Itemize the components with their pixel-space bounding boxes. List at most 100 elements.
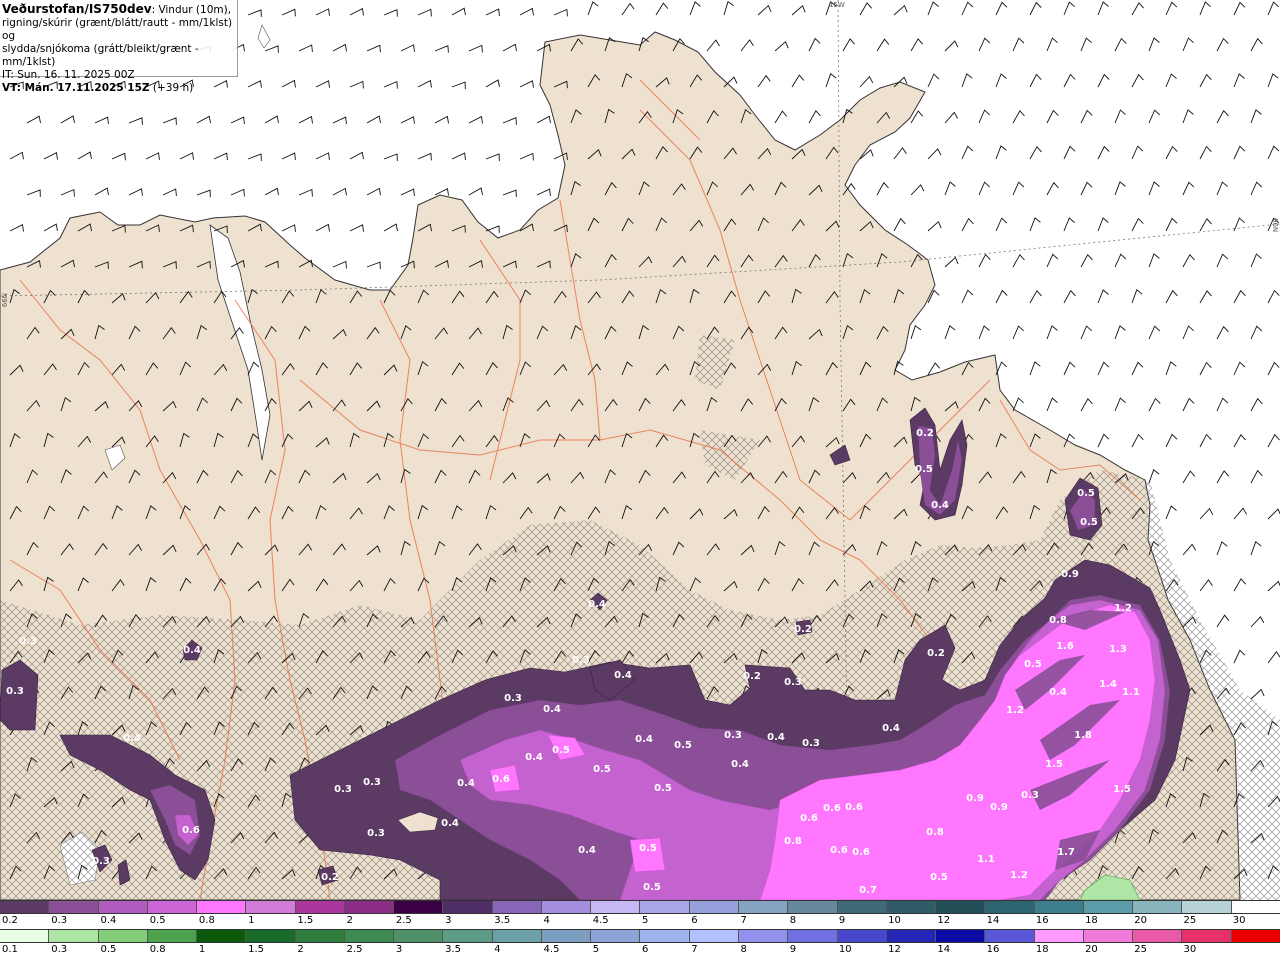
legend-tick-label: 3 (395, 944, 403, 955)
precip-value: 0.6 (823, 803, 841, 814)
precip-value: 0.3 (1021, 790, 1039, 801)
legend-swatch (1083, 901, 1134, 913)
description-suffix: : Vindur (10m), (151, 4, 232, 16)
legend-tick-label: 12 (937, 915, 951, 926)
legend-swatch (738, 901, 789, 913)
precip-value: 1.3 (1109, 644, 1127, 655)
legend-swatch (344, 930, 395, 942)
legend-tick-label: 16 (1035, 915, 1049, 926)
legend-tick-label: 2 (346, 915, 353, 926)
legend-swatch (1182, 901, 1232, 913)
precip-value: 1.5 (1113, 784, 1131, 795)
precip-value: 0.3 (367, 828, 385, 839)
precip-value: 0.6 (852, 847, 870, 858)
legend-tick-label: 0.3 (51, 944, 68, 955)
legend-swatch (837, 930, 887, 942)
valid-time: VT: Mán. 17.11.2025 15Z (2, 82, 150, 94)
legend-swatch (295, 930, 345, 942)
precip-value: 0.4 (183, 645, 201, 656)
legend-tick-label: 0.4 (100, 915, 117, 926)
legend-swatch (147, 930, 198, 942)
precip-value: 1.2 (1114, 603, 1132, 614)
legend-tick-label: 5 (592, 944, 600, 955)
legend-swatch (738, 930, 789, 942)
legend-swatch (394, 901, 444, 913)
precip-value: 0.3 (19, 636, 37, 647)
precip-value: 0.5 (915, 464, 933, 475)
legend-tick-label: 7 (740, 915, 747, 926)
legend-swatch (492, 930, 542, 942)
legend-tick-label: 20 (1134, 915, 1148, 926)
legend-swatch (98, 901, 148, 913)
precip-value: 0.2 (927, 648, 945, 659)
legend-tick-label: 9 (838, 915, 846, 926)
legend-swatch (1083, 930, 1134, 942)
legend-swatch (197, 901, 247, 913)
precip-value: 0.2 (916, 428, 934, 439)
legend-tick-label: 14 (937, 944, 951, 955)
legend-tick-label: 1.5 (297, 915, 314, 926)
legend-swatch (640, 930, 690, 942)
legend-tick-label: 1.5 (248, 944, 265, 955)
info-line-1: Veðurstofan/IS750dev: Vindur (10m), (2, 3, 235, 17)
legend-tick-label: 4 (543, 915, 550, 926)
legend-tick-label: 4 (494, 944, 501, 955)
legend-tick-label: 0.1 (2, 944, 18, 955)
legend-swatch (788, 901, 838, 913)
legend-tick-label: 0.8 (198, 915, 215, 926)
precip-value: 0.4 (1049, 687, 1067, 698)
legend-swatch (0, 930, 50, 942)
legend-swatch (886, 901, 937, 913)
legend-swatch (1133, 930, 1183, 942)
legend-swatch (640, 901, 690, 913)
precip-value: 0.7 (859, 885, 877, 896)
legend-tick-label: 0.2 (2, 915, 18, 926)
legend-tick-label: 1 (248, 915, 255, 926)
precip-value: 0.5 (930, 872, 948, 883)
legend-tick-label: 4.5 (592, 915, 609, 926)
legend-swatch (344, 901, 395, 913)
lon-label-15w: 15W (829, 1, 845, 9)
forecast-map: 0.3 0.4 0.6 0.3 0.4 0.3 0.4 0.3 0.4 0.3 0.4 0.3 0.3 0… (0, 0, 1280, 900)
legend-swatch (147, 901, 198, 913)
legend-swatch (1182, 930, 1232, 942)
legend-swatch (49, 901, 99, 913)
legend-swatch (788, 930, 838, 942)
legend-swatch (295, 901, 345, 913)
legend-swatch (985, 901, 1035, 913)
legend-tick-label: 30 (1232, 915, 1246, 926)
legend-tick-label: 3.5 (445, 944, 461, 955)
precip-value: 0.3 (802, 738, 820, 749)
lat-label-66n-right: 66N (1271, 218, 1279, 233)
legend-swatch (1133, 901, 1183, 913)
legend-tick-label: 12 (888, 944, 901, 955)
legend-tick-label: 0.3 (51, 915, 68, 926)
legend-swatch (98, 930, 148, 942)
precip-value: 0.5 (1080, 517, 1098, 528)
legend-tick-label: 25 (1183, 915, 1197, 926)
legend-swatch (492, 901, 542, 913)
legend-tick-label: 2.5 (395, 915, 412, 926)
precip-value: 0.5 (1077, 488, 1095, 499)
precip-value: 1.2 (1010, 870, 1028, 881)
legend-tick-label: 0.5 (100, 944, 117, 955)
precip-value: 0.9 (966, 793, 984, 804)
source-title: Veðurstofan/IS750dev (2, 2, 152, 16)
precip-value: 0.4 (767, 732, 785, 743)
legend-swatch (886, 930, 937, 942)
legend-swatch (0, 901, 50, 913)
precip-value: 0.5 (654, 783, 672, 794)
legend-swatch (591, 930, 641, 942)
legend-swatch (985, 930, 1035, 942)
legend-swatch (1034, 901, 1084, 913)
legend-tick-label: 6 (642, 944, 649, 955)
legend-tick-label: 2 (297, 944, 304, 955)
precip-value: 0.8 (1049, 615, 1067, 626)
precip-value: 0.3 (784, 677, 802, 688)
precip-value: 0.3 (363, 777, 381, 788)
precip-value: 0.5 (643, 882, 661, 893)
legend-snow-colorbar (0, 900, 1280, 914)
legend-tick-label: 10 (888, 915, 901, 926)
legend-tick-label: 7 (691, 944, 698, 955)
precip-value: 0.2 (321, 872, 339, 883)
